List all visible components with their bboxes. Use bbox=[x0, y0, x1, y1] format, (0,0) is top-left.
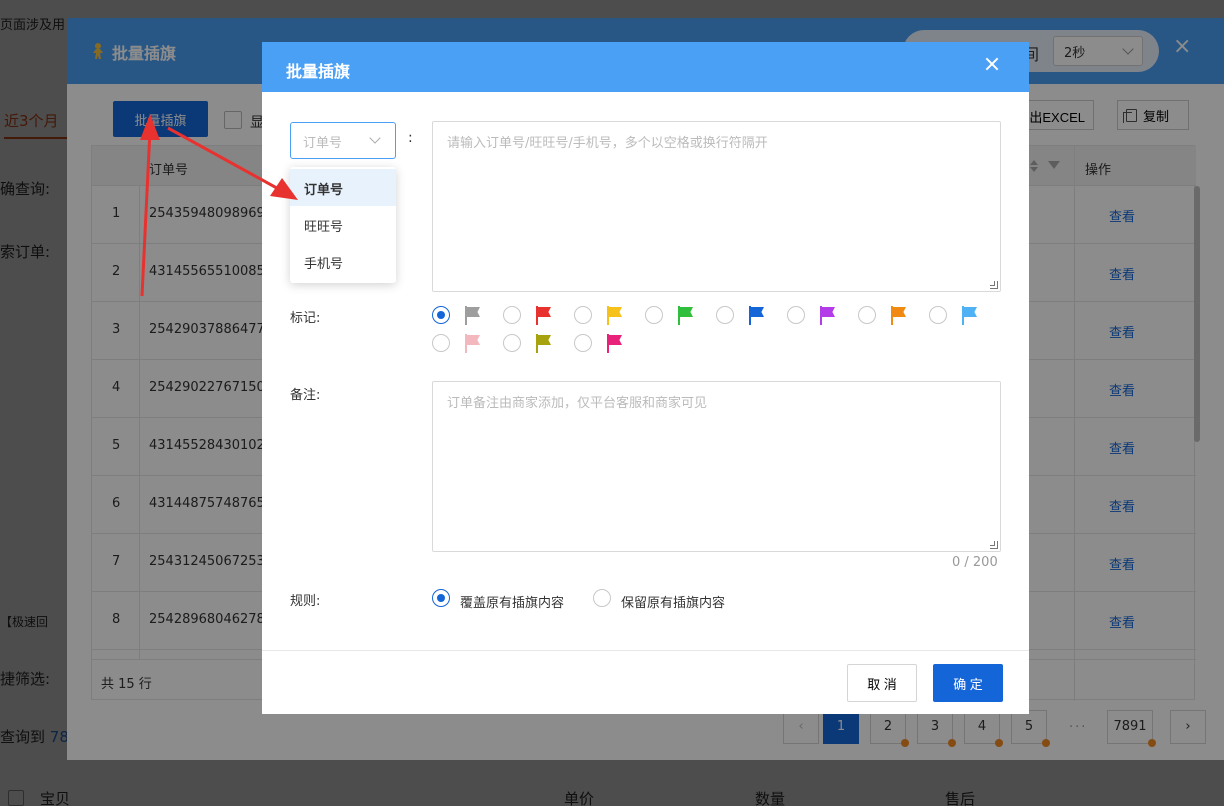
rule-overwrite-radio[interactable] bbox=[432, 589, 450, 607]
option-wangwang[interactable]: 旺旺号 bbox=[290, 206, 396, 243]
flag-radio-8[interactable] bbox=[929, 306, 947, 324]
cancel-button[interactable]: 取 消 bbox=[847, 664, 917, 702]
flag-radio-2[interactable] bbox=[503, 306, 521, 324]
search-type-value: 订单号 bbox=[303, 136, 343, 151]
mark-label: 标记: bbox=[290, 311, 321, 326]
flag-radio-10[interactable] bbox=[503, 334, 521, 352]
order-input[interactable]: 请输入订单号/旺旺号/手机号，多个以空格或换行符隔开 bbox=[432, 121, 1001, 292]
flag-radio-4[interactable] bbox=[645, 306, 663, 324]
rule-keep-label[interactable]: 保留原有插旗内容 bbox=[621, 592, 725, 611]
option-phone[interactable]: 手机号 bbox=[290, 243, 396, 280]
flag-icon bbox=[749, 306, 765, 325]
note-input[interactable]: 订单备注由商家添加，仅平台客服和商家可见 bbox=[432, 381, 1001, 552]
flag-icon bbox=[820, 306, 836, 325]
search-type-dropdown: 订单号 旺旺号 手机号 bbox=[290, 167, 396, 283]
flag-icon bbox=[465, 334, 481, 353]
dialog-title: 批量插旗 bbox=[286, 62, 351, 81]
note-input-placeholder: 订单备注由商家添加，仅平台客服和商家可见 bbox=[447, 396, 708, 411]
dialog-footer-divider bbox=[262, 650, 1029, 651]
flag-radio-9[interactable] bbox=[432, 334, 450, 352]
rule-label: 规则: bbox=[290, 594, 321, 609]
option-order-number[interactable]: 订单号 bbox=[290, 169, 396, 206]
note-label: 备注: bbox=[290, 388, 321, 403]
search-type-select[interactable]: 订单号 bbox=[290, 122, 396, 159]
flag-radio-7[interactable] bbox=[858, 306, 876, 324]
order-input-placeholder: 请输入订单号/旺旺号/手机号，多个以空格或换行符隔开 bbox=[447, 136, 768, 151]
flag-icon bbox=[536, 306, 552, 325]
flag-icon bbox=[536, 334, 552, 353]
note-char-counter: 0 / 200 bbox=[952, 555, 998, 570]
flag-icon bbox=[607, 334, 623, 353]
flag-icon bbox=[678, 306, 694, 325]
close-icon[interactable] bbox=[982, 54, 1002, 74]
batch-flag-dialog: 批量插旗 订单号 : 请输入订单号/旺旺号/手机号，多个以空格或换行符隔开 标记… bbox=[262, 42, 1029, 714]
flag-icon bbox=[891, 306, 907, 325]
resize-handle-icon[interactable] bbox=[990, 281, 998, 289]
colon: : bbox=[408, 130, 413, 146]
flag-icon bbox=[465, 306, 481, 325]
chevron-down-icon bbox=[369, 132, 381, 144]
flag-radio-1[interactable] bbox=[432, 306, 450, 324]
flag-icon bbox=[962, 306, 978, 325]
dialog-header: 批量插旗 bbox=[262, 42, 1029, 92]
confirm-button[interactable]: 确 定 bbox=[933, 664, 1003, 702]
rule-keep-radio[interactable] bbox=[593, 589, 611, 607]
flag-radio-5[interactable] bbox=[716, 306, 734, 324]
rule-overwrite-label[interactable]: 覆盖原有插旗内容 bbox=[460, 592, 564, 611]
flag-icon bbox=[607, 306, 623, 325]
resize-handle-icon[interactable] bbox=[990, 541, 998, 549]
flag-radio-6[interactable] bbox=[787, 306, 805, 324]
flag-radio-11[interactable] bbox=[574, 334, 592, 352]
flag-radio-3[interactable] bbox=[574, 306, 592, 324]
